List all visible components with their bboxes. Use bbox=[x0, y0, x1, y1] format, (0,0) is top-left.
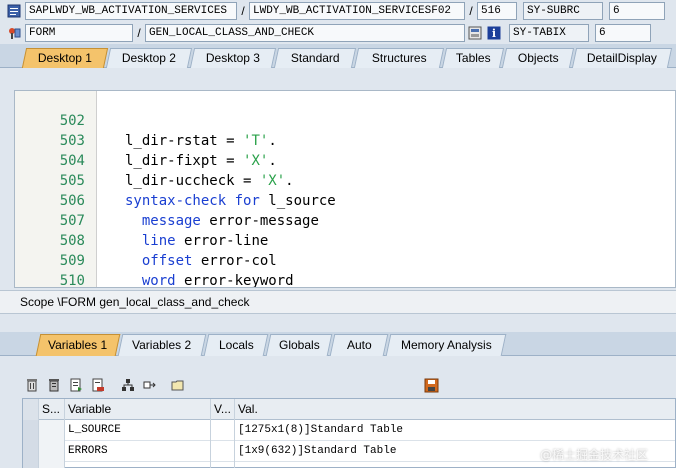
header-row-program: SAPLWDY_WB_ACTIVATION_SERVICES / LWDY_WB… bbox=[0, 0, 676, 22]
desktop-tabstrip: Desktop 1 Desktop 2 Desktop 3 Standard S… bbox=[0, 44, 676, 68]
row-selector[interactable] bbox=[23, 441, 39, 462]
code-line[interactable]: 510 * program filename bbox=[15, 251, 675, 287]
code-line[interactable]: 508 offset error-col bbox=[15, 211, 675, 269]
variables-toolbar bbox=[22, 374, 190, 396]
export-all-icon[interactable] bbox=[88, 375, 108, 395]
row-selector[interactable] bbox=[23, 462, 39, 468]
code-line[interactable]: 504 l_dir-uccheck = 'X'. bbox=[15, 131, 675, 189]
sysfield-subrc-value[interactable]: 6 bbox=[609, 2, 665, 20]
tab-globals[interactable]: Globals bbox=[265, 334, 333, 356]
save-icon[interactable] bbox=[422, 376, 440, 394]
include-field[interactable]: LWDY_WB_ACTIVATION_SERVICESF02 bbox=[249, 2, 465, 20]
line-number-field[interactable]: 516 bbox=[477, 2, 517, 20]
event-type-field[interactable]: FORM bbox=[25, 24, 133, 42]
variables-tabstrip: Variables 1 Variables 2 Locals Globals A… bbox=[0, 332, 676, 356]
form-icon bbox=[6, 25, 22, 41]
tab-auto[interactable]: Auto bbox=[329, 334, 389, 356]
grid-header: S... Variable V... Val. bbox=[23, 399, 675, 420]
display-object-icon[interactable] bbox=[467, 25, 483, 41]
column-header-value[interactable]: Val. bbox=[235, 399, 675, 420]
tab-variables-1[interactable]: Variables 1 bbox=[35, 334, 121, 356]
table-row[interactable]: L_SOURCE [1275x1(8)]Standard Table bbox=[23, 420, 675, 441]
column-header-s[interactable]: S... bbox=[39, 399, 65, 420]
tab-variables-2[interactable]: Variables 2 bbox=[117, 334, 207, 356]
delete-icon[interactable] bbox=[22, 375, 42, 395]
code-line[interactable]: 509 word error-keyword bbox=[15, 231, 675, 287]
tab-memory-analysis[interactable]: Memory Analysis bbox=[385, 334, 507, 356]
info-icon[interactable]: i bbox=[486, 25, 502, 41]
code-line[interactable]: 511 directory entry l dir bbox=[15, 271, 675, 287]
column-header-v[interactable]: V... bbox=[211, 399, 235, 420]
event-name-field[interactable]: GEN_LOCAL_CLASS_AND_CHECK bbox=[145, 24, 465, 42]
column-header-variable[interactable]: Variable bbox=[65, 399, 211, 420]
variable-name-cell[interactable]: L_SOURCE bbox=[65, 420, 211, 441]
program-field[interactable]: SAPLWDY_WB_ACTIVATION_SERVICES bbox=[25, 2, 237, 20]
sysfield-subrc-name[interactable]: SY-SUBRC bbox=[523, 2, 603, 20]
tab-structures[interactable]: Structures bbox=[353, 48, 445, 68]
hierarchy-icon[interactable] bbox=[118, 375, 138, 395]
tab-objects[interactable]: Objects bbox=[501, 48, 575, 68]
tab-tables[interactable]: Tables bbox=[441, 48, 505, 68]
tab-desktop-1[interactable]: Desktop 1 bbox=[21, 48, 109, 68]
folder-icon[interactable] bbox=[168, 375, 188, 395]
delete-all-icon[interactable] bbox=[44, 375, 64, 395]
watermark: @稀土掘金技术社区 bbox=[540, 448, 649, 462]
code-line[interactable]: 503 l_dir-fixpt = 'X'. bbox=[15, 111, 675, 169]
code-line[interactable]: 505 syntax-check for l_source bbox=[15, 151, 675, 209]
variable-value-cell[interactable]: [1275x1(8)]Standard Table bbox=[235, 420, 675, 441]
svg-text:i: i bbox=[492, 27, 496, 40]
program-icon bbox=[6, 3, 22, 19]
sysfield-tabix-name[interactable]: SY-TABIX bbox=[509, 24, 589, 42]
code-line[interactable]: 507 line error-line bbox=[15, 191, 675, 249]
navigate-icon[interactable] bbox=[140, 375, 160, 395]
tab-desktop-2[interactable]: Desktop 2 bbox=[105, 48, 193, 68]
export-icon[interactable] bbox=[66, 375, 86, 395]
source-code-editor[interactable]: 502 l_dir-rstat = 'T'. 503 l_dir-fixpt =… bbox=[14, 90, 676, 288]
code-line[interactable]: 502 l_dir-rstat = 'T'. bbox=[15, 91, 675, 149]
tab-standard[interactable]: Standard bbox=[273, 48, 357, 68]
row-selector[interactable] bbox=[23, 420, 39, 441]
variable-name-cell[interactable]: ERRORS bbox=[65, 441, 211, 462]
code-line[interactable]: 506 message error-message bbox=[15, 171, 675, 229]
tab-detaildisplay[interactable]: DetailDisplay bbox=[571, 48, 673, 68]
tab-locals[interactable]: Locals bbox=[203, 334, 269, 356]
header-row-event: FORM / GEN_LOCAL_CLASS_AND_CHECK i SY-TA… bbox=[0, 22, 676, 44]
scope-bar: Scope \FORM gen_local_class_and_check bbox=[0, 290, 676, 314]
sysfield-tabix-value[interactable]: 6 bbox=[595, 24, 651, 42]
tab-desktop-3[interactable]: Desktop 3 bbox=[189, 48, 277, 68]
